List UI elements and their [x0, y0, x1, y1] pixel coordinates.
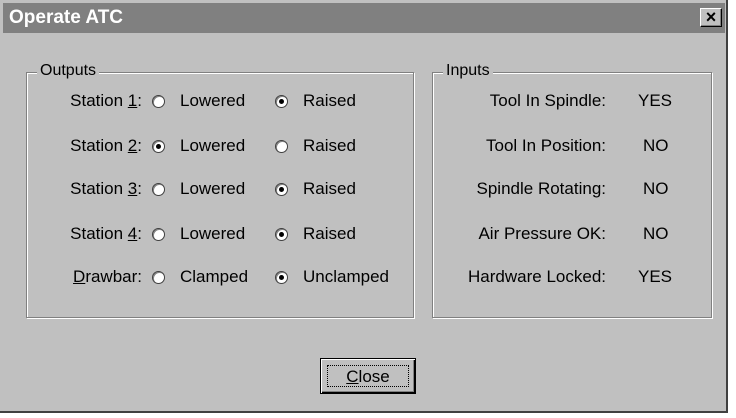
input-label: Tool In Position:: [485, 136, 606, 155]
radio-opt2[interactable]: [275, 271, 288, 284]
output-row-label: Drawbar:: [73, 267, 142, 286]
input-value: NO: [643, 224, 669, 243]
title-bar[interactable]: Operate ATC ×: [3, 3, 725, 33]
radio-opt2[interactable]: [275, 140, 288, 153]
input-value: YES: [638, 91, 673, 110]
inputs-legend: Inputs: [443, 62, 493, 80]
close-icon[interactable]: ×: [700, 8, 722, 27]
radio-label[interactable]: Clamped: [180, 267, 248, 287]
radio-label[interactable]: Raised: [303, 136, 356, 156]
input-label: Air Pressure OK:: [478, 224, 606, 243]
radio-label[interactable]: Lowered: [180, 224, 245, 244]
input-value: NO: [643, 179, 669, 198]
operate-atc-dialog: Operate ATC × Outputs Inputs Station 1: L…: [0, 0, 728, 413]
input-label: Hardware Locked:: [468, 267, 606, 286]
input-label: Spindle Rotating:: [476, 179, 606, 198]
radio-label[interactable]: Raised: [303, 179, 356, 199]
radio-label[interactable]: Lowered: [180, 179, 245, 199]
output-row-label: Station 4:: [70, 224, 142, 243]
radio-label[interactable]: Lowered: [180, 136, 245, 156]
outputs-legend: Outputs: [37, 62, 100, 80]
radio-opt1[interactable]: [152, 228, 165, 241]
radio-label[interactable]: Unclamped: [303, 267, 389, 287]
input-value: NO: [643, 136, 669, 155]
input-label: Tool In Spindle:: [489, 91, 606, 110]
output-row-label: Station 1:: [70, 91, 142, 110]
radio-opt2[interactable]: [275, 95, 288, 108]
output-row-label: Station 3:: [70, 179, 142, 198]
input-value: YES: [638, 267, 673, 286]
radio-opt1[interactable]: [152, 95, 165, 108]
radio-opt1[interactable]: [152, 140, 165, 153]
radio-label[interactable]: Lowered: [180, 91, 245, 111]
close-button[interactable]: Close: [320, 358, 416, 394]
window-title: Operate ATC: [9, 7, 124, 28]
radio-opt2[interactable]: [275, 228, 288, 241]
radio-opt1[interactable]: [152, 183, 165, 196]
close-button-label: Close: [327, 365, 409, 387]
radio-label[interactable]: Raised: [303, 224, 356, 244]
radio-label[interactable]: Raised: [303, 91, 356, 111]
radio-opt2[interactable]: [275, 183, 288, 196]
output-row-label: Station 2:: [70, 136, 142, 155]
radio-opt1[interactable]: [152, 271, 165, 284]
